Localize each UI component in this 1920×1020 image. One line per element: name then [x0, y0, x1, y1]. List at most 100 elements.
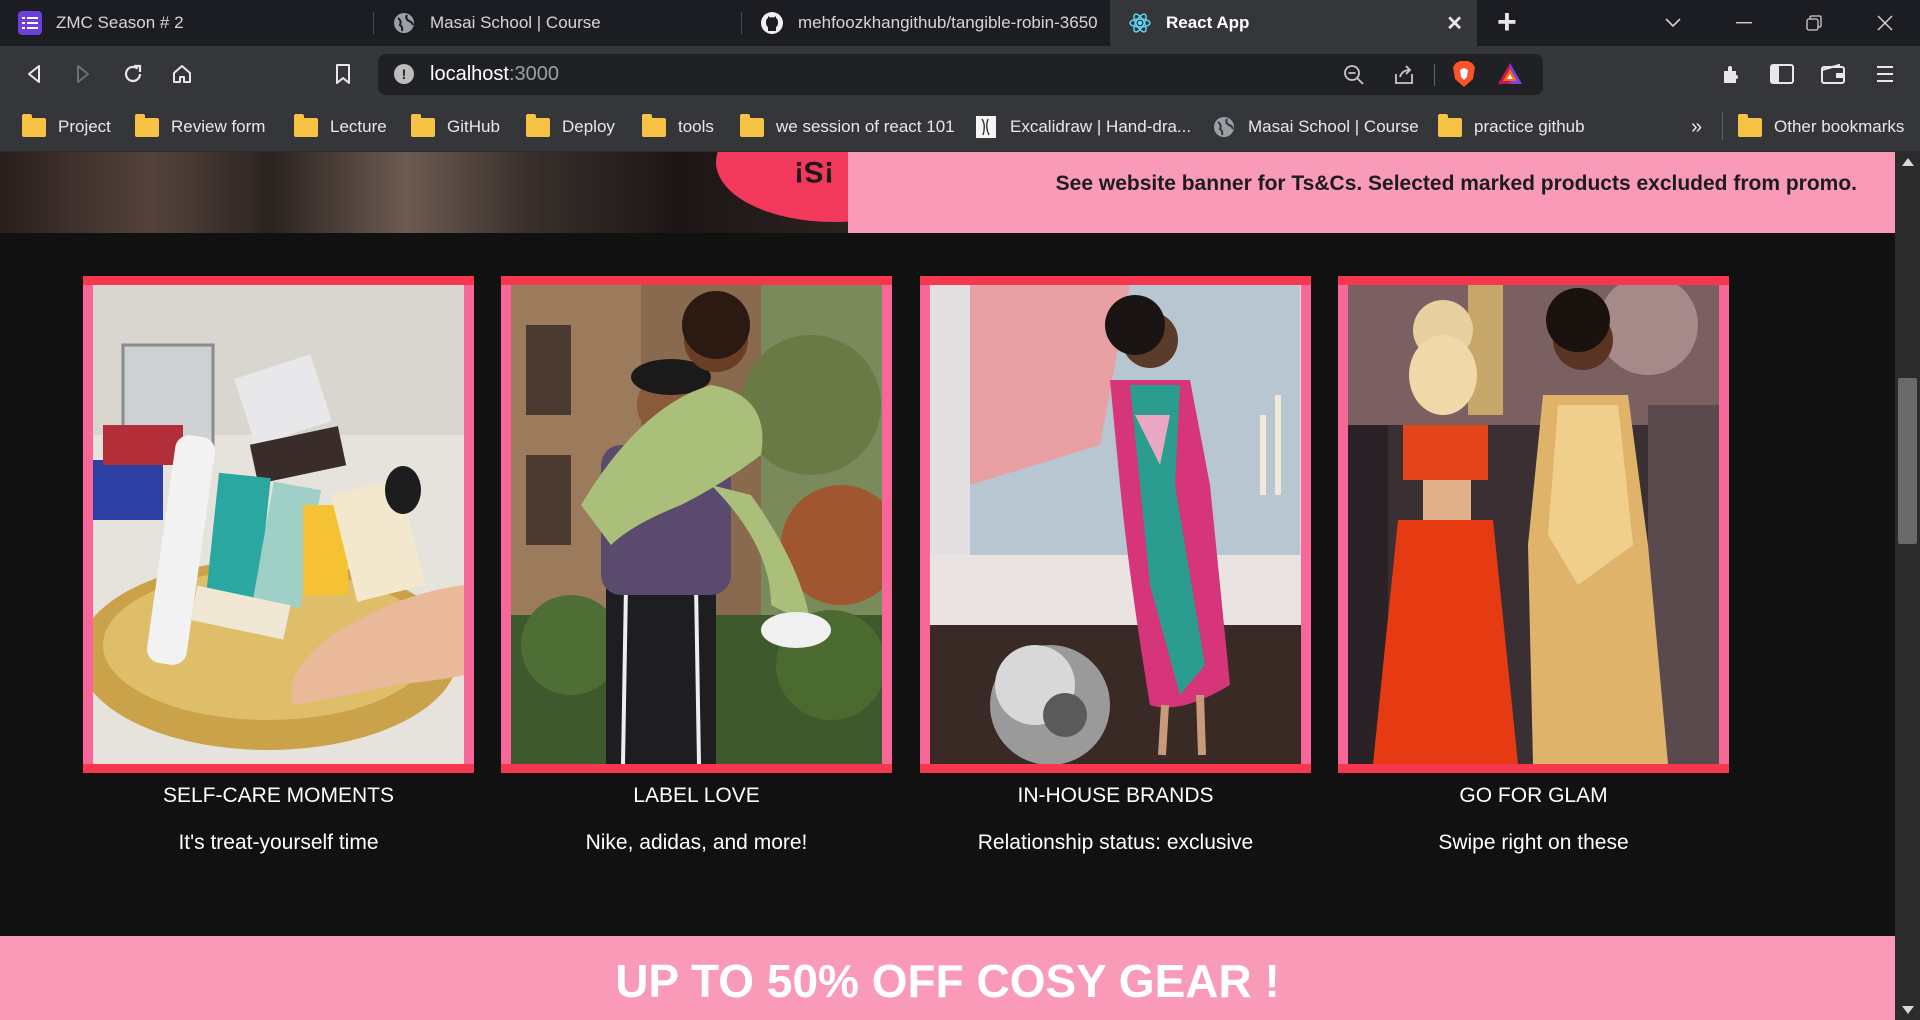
- category-card[interactable]: SELF-CARE MOMENTS It's treat-yourself ti…: [83, 276, 474, 854]
- page-content: !S! See website banner for Ts&Cs. Select…: [0, 152, 1895, 1020]
- back-icon[interactable]: [18, 58, 50, 90]
- card-subtitle: Nike, adidas, and more!: [585, 831, 808, 854]
- category-card[interactable]: GO FOR GLAM Swipe right on these: [1338, 276, 1729, 854]
- brave-rewards-icon[interactable]: [1494, 58, 1526, 90]
- bookmark-label: Lecture: [330, 117, 387, 136]
- sidebar-icon[interactable]: [1766, 58, 1798, 90]
- bookmark-project[interactable]: Project: [22, 113, 111, 140]
- reload-icon[interactable]: [117, 58, 149, 90]
- scroll-down-arrow-icon[interactable]: [1902, 1006, 1914, 1014]
- bookmark-practice-github[interactable]: practice github: [1438, 113, 1585, 140]
- url-host: localhost: [430, 63, 509, 85]
- category-card[interactable]: IN-HOUSE BRANDS Relationship status: exc…: [920, 276, 1311, 854]
- tab-title: Masai School | Course: [430, 13, 601, 32]
- folder-icon: [411, 113, 435, 137]
- folder-icon: [1738, 113, 1762, 137]
- browser-toolbar: ! localhost:3000: [0, 46, 1920, 102]
- bookmarks-bar: Project Review form Lecture GitHub Deplo…: [0, 102, 1920, 152]
- globe-icon: [1212, 115, 1236, 139]
- card-subtitle: It's treat-yourself time: [178, 831, 379, 854]
- home-icon[interactable]: [166, 58, 198, 90]
- card-subtitle: Swipe right on these: [1438, 831, 1629, 854]
- bookmark-react-session[interactable]: we session of react 101: [740, 113, 955, 140]
- folder-icon: [526, 113, 550, 137]
- bookmark-review-form[interactable]: Review form: [135, 113, 266, 140]
- tab-zmc-season[interactable]: ZMC Season # 2: [0, 0, 372, 46]
- scroll-up-arrow-icon[interactable]: [1902, 158, 1914, 166]
- folder-icon: [642, 113, 666, 137]
- scroll-thumb[interactable]: [1898, 378, 1917, 544]
- bookmark-excalidraw[interactable]: Excalidraw | Hand-dra...: [974, 114, 1191, 140]
- bookmarks-overflow-button[interactable]: »: [1691, 114, 1702, 140]
- card-frame: [83, 276, 474, 773]
- tab-title: React App: [1166, 13, 1250, 32]
- folder-icon: [22, 113, 46, 137]
- github-icon: [760, 11, 784, 35]
- restore-icon[interactable]: [1786, 0, 1842, 46]
- bookmark-label: Masai School | Course: [1248, 117, 1419, 136]
- card-title: GO FOR GLAM: [1459, 784, 1608, 807]
- bookmark-tools[interactable]: tools: [642, 113, 714, 140]
- extensions-icon[interactable]: [1716, 58, 1748, 90]
- url-port: :3000: [508, 63, 559, 85]
- share-icon[interactable]: [1388, 59, 1420, 91]
- globe-icon: [392, 11, 416, 35]
- card-title: IN-HOUSE BRANDS: [1017, 784, 1214, 807]
- tab-react-app[interactable]: React App ✕: [1110, 0, 1477, 46]
- folder-icon: [740, 113, 764, 137]
- promo-banner[interactable]: UP TO 50% OFF COSY GEAR !: [0, 936, 1895, 1020]
- folder-icon: [294, 113, 318, 137]
- card-image-in-house-brands[interactable]: [930, 285, 1301, 764]
- bookmark-lecture[interactable]: Lecture: [294, 113, 387, 140]
- bookmark-github[interactable]: GitHub: [411, 113, 500, 140]
- omnibox-divider: [1434, 64, 1435, 86]
- card-frame: [1338, 276, 1729, 773]
- new-tab-button[interactable]: +: [1497, 4, 1517, 40]
- react-icon: [1128, 11, 1152, 35]
- close-window-icon[interactable]: [1857, 0, 1913, 46]
- bookmark-label: Review form: [171, 117, 266, 136]
- card-image-go-for-glam[interactable]: [1348, 285, 1719, 764]
- bookmarks-divider: [1722, 112, 1723, 140]
- bookmark-label: Other bookmarks: [1774, 117, 1905, 136]
- card-frame: [501, 276, 892, 773]
- site-info-icon[interactable]: !: [394, 64, 414, 84]
- category-card[interactable]: LABEL LOVE Nike, adidas, and more!: [501, 276, 892, 854]
- card-image-label-love[interactable]: [511, 285, 882, 764]
- bookmark-icon[interactable]: [327, 58, 359, 90]
- other-bookmarks[interactable]: Other bookmarks: [1738, 113, 1905, 140]
- tab-strip: ZMC Season # 2 Masai School | Course meh…: [0, 0, 1920, 46]
- address-bar[interactable]: ! localhost:3000: [378, 54, 1543, 95]
- promo-heading: UP TO 50% OFF COSY GEAR !: [615, 955, 1280, 1007]
- address-url: localhost:3000: [430, 63, 559, 86]
- close-tab-icon[interactable]: ✕: [1446, 11, 1463, 36]
- category-cards: SELF-CARE MOMENTS It's treat-yourself ti…: [83, 276, 1733, 876]
- list-icon: [18, 11, 42, 35]
- tab-masai-school[interactable]: Masai School | Course: [374, 0, 740, 46]
- tab-search-chevron-icon[interactable]: [1645, 0, 1701, 46]
- page-scrollbar[interactable]: [1895, 152, 1920, 1020]
- terms-note: See website banner for Ts&Cs. Selected m…: [1055, 172, 1857, 195]
- bookmark-masai-school[interactable]: Masai School | Course: [1212, 114, 1419, 140]
- tab-title: ZMC Season # 2: [56, 13, 184, 32]
- minimize-icon[interactable]: [1716, 0, 1772, 46]
- bookmark-label: Deploy: [562, 117, 615, 136]
- tab-github-repo[interactable]: mehfoozkhangithub/tangible-robin-3650: [742, 0, 1110, 46]
- brave-shields-icon[interactable]: [1448, 58, 1480, 90]
- bookmark-label: Project: [58, 117, 111, 136]
- folder-icon: [135, 113, 159, 137]
- forward-icon[interactable]: [67, 58, 99, 90]
- card-title: LABEL LOVE: [633, 784, 760, 807]
- promo-badge-text: !S!: [794, 155, 834, 188]
- zoom-icon[interactable]: [1338, 59, 1370, 91]
- hero-banner: See website banner for Ts&Cs. Selected m…: [848, 152, 1895, 233]
- card-subtitle: Relationship status: exclusive: [977, 831, 1254, 854]
- card-frame: [920, 276, 1311, 773]
- bookmark-label: we session of react 101: [776, 117, 955, 136]
- bookmark-deploy[interactable]: Deploy: [526, 113, 615, 140]
- wallet-icon[interactable]: [1817, 58, 1849, 90]
- folder-icon: [1438, 113, 1462, 137]
- bookmark-label: GitHub: [447, 117, 500, 136]
- card-image-self-care[interactable]: [93, 285, 464, 764]
- menu-icon[interactable]: [1869, 58, 1901, 90]
